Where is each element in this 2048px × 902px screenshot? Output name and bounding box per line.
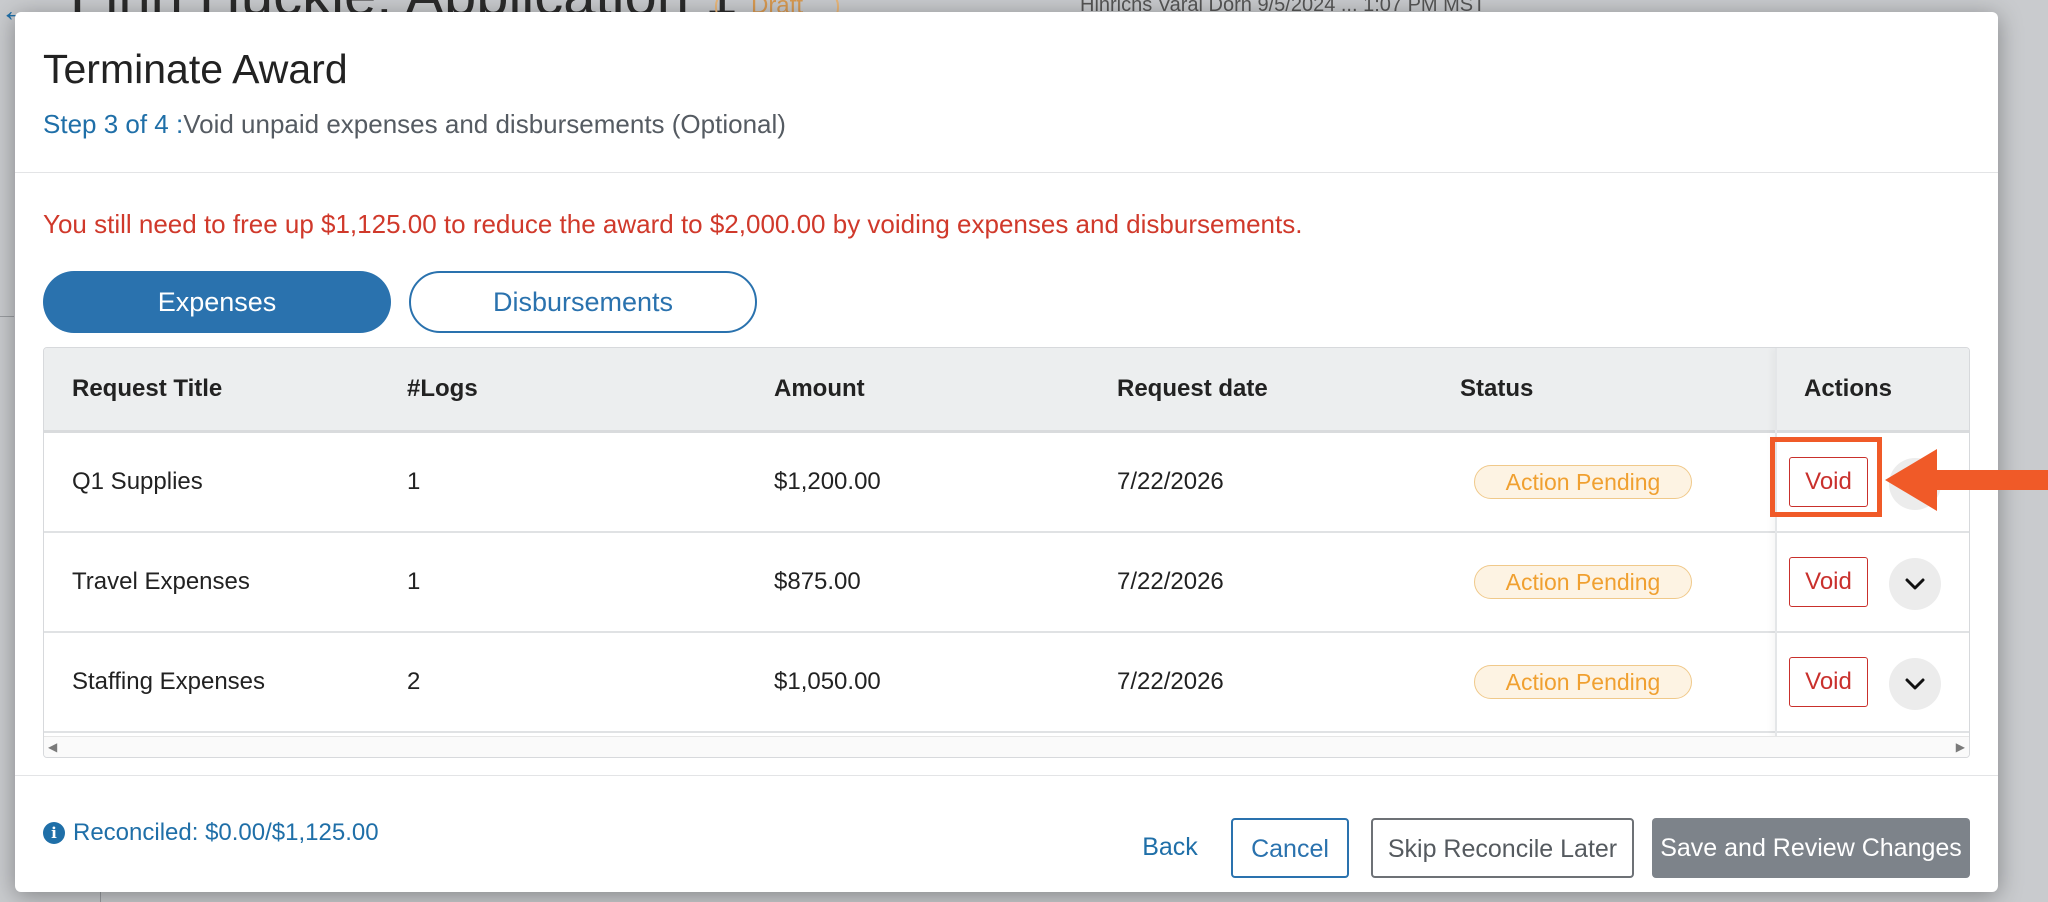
background-divider	[0, 316, 14, 317]
modal-footer: i Reconciled: $0.00/$1,125.00 Back Cance…	[15, 775, 1998, 893]
terminate-award-modal: Terminate Award Step 3 of 4 :Void unpaid…	[15, 12, 1998, 892]
cell-request-date: 7/22/2026	[1117, 468, 1224, 495]
actions-column-divider	[1775, 348, 1969, 757]
cancel-button[interactable]: Cancel	[1231, 818, 1349, 878]
cell-amount: $875.00	[774, 568, 861, 595]
cell-request-date: 7/22/2026	[1117, 668, 1224, 695]
tab-disbursements[interactable]: Disbursements	[409, 271, 757, 333]
cell-request-title: Travel Expenses	[72, 568, 250, 595]
header-status: Status	[1460, 375, 1534, 402]
reconciled-amount: Reconciled: $0.00/$1,125.00	[73, 819, 379, 846]
annotation-highlight-box	[1770, 437, 1882, 517]
modal-title: Terminate Award	[43, 46, 348, 92]
reconciled-status: i Reconciled: $0.00/$1,125.00	[43, 819, 379, 847]
back-button[interactable]: Back	[1125, 818, 1215, 878]
table-row: Staffing Expenses 2 $1,050.00 7/22/2026 …	[44, 633, 1969, 733]
status-badge: Action Pending	[1474, 465, 1692, 499]
step-indicator: Step 3 of 4 :Void unpaid expenses and di…	[43, 109, 786, 140]
scroll-right-icon[interactable]: ▶	[1956, 740, 1965, 754]
status-badge: Action Pending	[1474, 565, 1692, 599]
save-and-review-changes-button[interactable]: Save and Review Changes	[1652, 818, 1970, 878]
info-circle-icon: i	[43, 822, 65, 844]
cell-request-title: Staffing Expenses	[72, 668, 266, 695]
status-badge: Action Pending	[1474, 665, 1692, 699]
step-number: Step 3 of 4 :	[43, 109, 184, 139]
tab-expenses[interactable]: Expenses	[43, 271, 391, 333]
cell-request-title: Q1 Supplies	[72, 468, 203, 495]
cell-logs: 2	[407, 668, 421, 695]
step-description: Void unpaid expenses and disbursements (…	[183, 109, 786, 139]
skip-reconcile-later-button[interactable]: Skip Reconcile Later	[1371, 818, 1634, 878]
scroll-left-icon[interactable]: ◀	[48, 740, 57, 754]
header-logs: #Logs	[407, 375, 478, 402]
cell-logs: 1	[407, 568, 421, 595]
modal-header: Terminate Award Step 3 of 4 :Void unpaid…	[15, 12, 1998, 173]
cell-amount: $1,050.00	[774, 668, 881, 695]
cell-amount: $1,200.00	[774, 468, 881, 495]
arrow-left-icon	[1885, 449, 2048, 511]
header-request-date: Request date	[1117, 375, 1268, 402]
horizontal-scrollbar[interactable]: ◀ ▶	[44, 736, 1969, 757]
expenses-table: Request Title #Logs Amount Request date …	[43, 347, 1970, 758]
table-row: Q1 Supplies 1 $1,200.00 7/22/2026 Action…	[44, 433, 1969, 533]
cell-request-date: 7/22/2026	[1117, 568, 1224, 595]
warning-message: You still need to free up $1,125.00 to r…	[43, 209, 1303, 239]
table-header: Request Title #Logs Amount Request date …	[44, 348, 1969, 433]
header-request-title: Request Title	[72, 375, 223, 402]
table-row: Travel Expenses 1 $875.00 7/22/2026 Acti…	[44, 533, 1969, 633]
cell-logs: 1	[407, 468, 421, 495]
header-amount: Amount	[774, 375, 865, 402]
